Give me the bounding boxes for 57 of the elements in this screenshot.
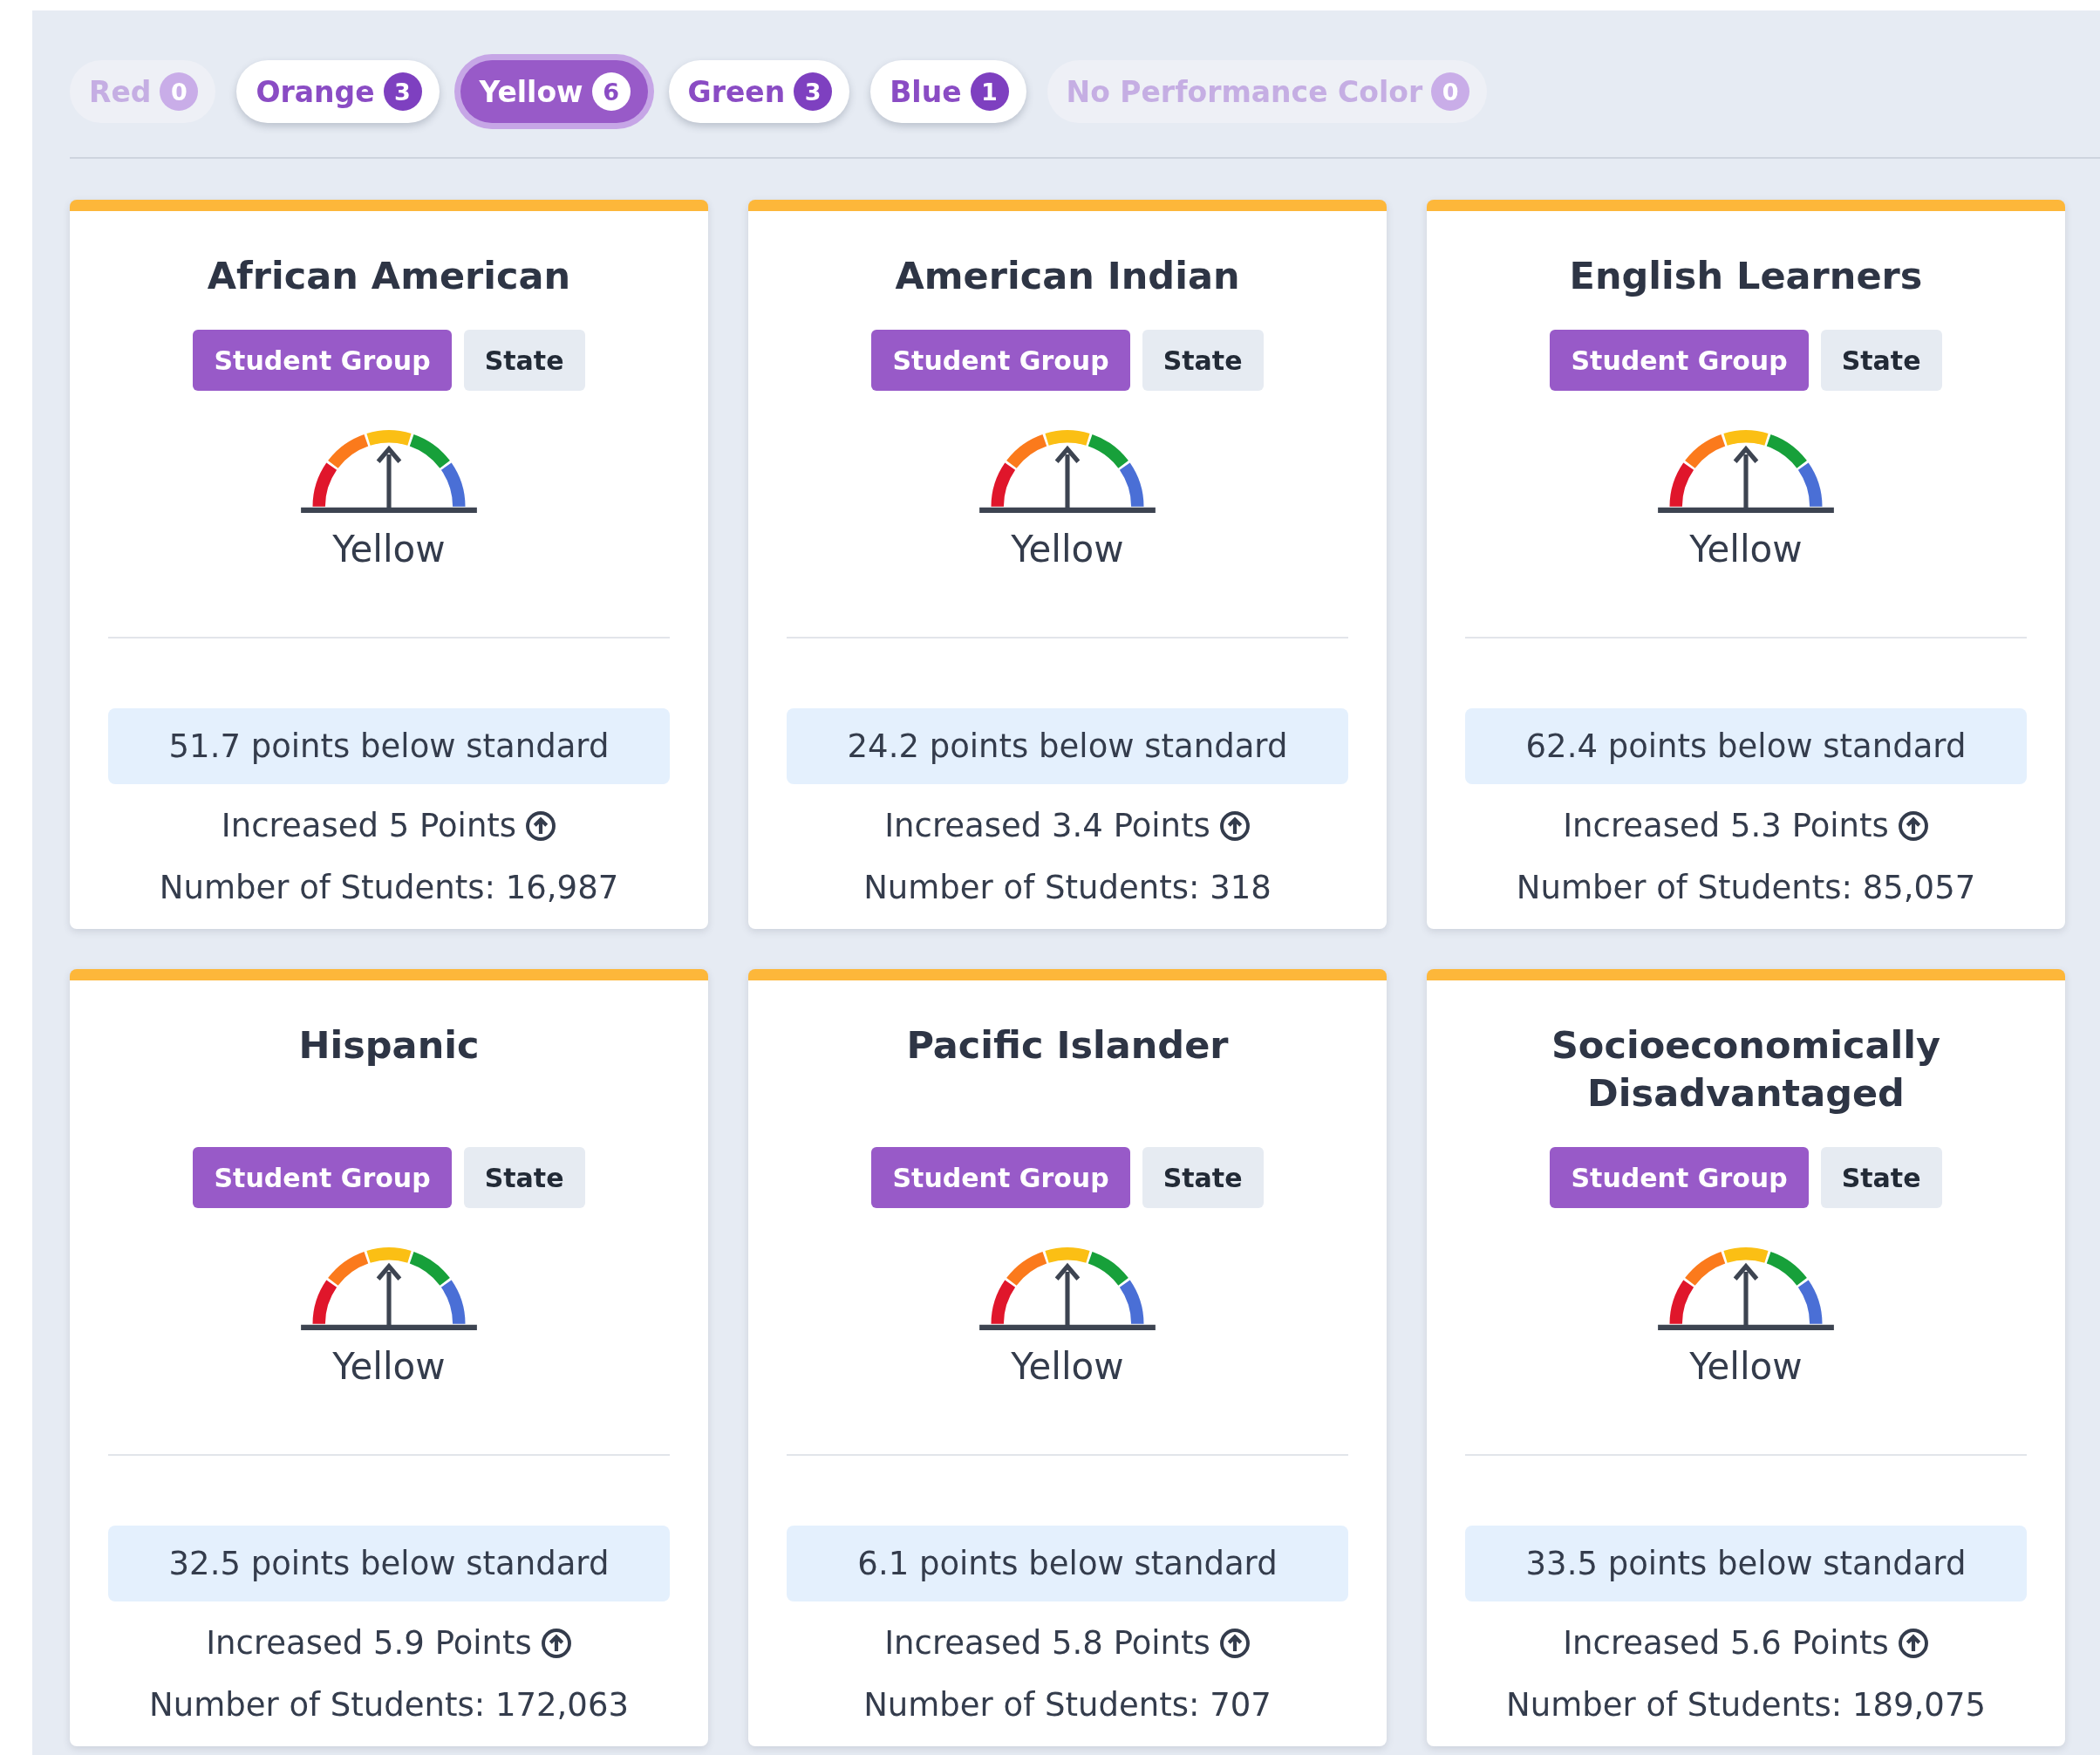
count-badge: 3 <box>383 72 422 111</box>
filter-chip[interactable]: Green 3 <box>668 60 850 123</box>
status-box: 32.5 points below standard <box>108 1526 670 1601</box>
card-title: Socioeconomically Disadvantaged <box>1550 1022 1942 1117</box>
performance-label: Yellow <box>1010 527 1125 572</box>
change-text: Increased 5.3 Points <box>1563 807 1889 844</box>
up-arrow-circle-icon <box>525 809 557 842</box>
student-count: Number of Students: 318 <box>862 868 1272 906</box>
status-box: 6.1 points below standard <box>787 1526 1348 1601</box>
change-text: Increased 3.4 Points <box>884 807 1210 844</box>
card-title: Pacific Islander <box>905 1022 1230 1069</box>
view-toggle[interactable]: State <box>463 330 585 391</box>
status-box: 51.7 points below standard <box>108 708 670 784</box>
view-toggle[interactable]: State <box>1142 330 1264 391</box>
status-box: 24.2 points below standard <box>787 708 1348 784</box>
card-title: American Indian <box>894 253 1241 299</box>
performance-label: Yellow <box>331 1344 447 1390</box>
view-toggle[interactable]: Student Group <box>193 330 452 391</box>
count-badge: 0 <box>160 72 199 111</box>
filter-chip[interactable]: Blue 1 <box>870 60 1026 123</box>
up-arrow-circle-icon <box>540 1627 572 1659</box>
status-box: 62.4 points below standard <box>1465 708 2027 784</box>
view-toggle[interactable]: State <box>1142 1147 1264 1208</box>
count-badge: 1 <box>970 72 1009 111</box>
student-count: Number of Students: 189,075 <box>1505 1685 1987 1724</box>
change-text: Increased 5 Points <box>221 807 517 844</box>
status-box: 33.5 points below standard <box>1465 1526 2027 1601</box>
performance-label: Yellow <box>331 527 447 572</box>
filter-chip[interactable]: Orange 3 <box>236 60 440 123</box>
up-arrow-circle-icon <box>1897 809 1929 842</box>
view-toggle[interactable]: Student Group <box>871 330 1130 391</box>
view-toggle[interactable]: Student Group <box>193 1147 452 1208</box>
student-count: Number of Students: 707 <box>862 1685 1272 1724</box>
student-count: Number of Students: 16,987 <box>158 868 620 906</box>
view-toggle[interactable]: State <box>463 1147 585 1208</box>
performance-label: Yellow <box>1688 1344 1803 1390</box>
change-text: Increased 5.6 Points <box>1563 1624 1889 1662</box>
view-toggle[interactable]: Student Group <box>1550 330 1809 391</box>
view-toggle[interactable]: State <box>1820 1147 1942 1208</box>
up-arrow-circle-icon <box>1897 1627 1929 1659</box>
card-title: Hispanic <box>297 1022 481 1069</box>
card-title: English Learners <box>1568 253 1924 299</box>
count-badge: 6 <box>591 72 631 111</box>
up-arrow-circle-icon <box>1218 1627 1251 1659</box>
view-toggle[interactable]: Student Group <box>871 1147 1130 1208</box>
up-arrow-circle-icon <box>1218 809 1251 842</box>
performance-label: Yellow <box>1010 1344 1125 1390</box>
count-badge: 3 <box>794 72 833 111</box>
change-text: Increased 5.8 Points <box>884 1624 1210 1662</box>
performance-label: Yellow <box>1688 527 1803 572</box>
view-toggle[interactable]: Student Group <box>1550 1147 1809 1208</box>
student-count: Number of Students: 172,063 <box>148 1685 630 1724</box>
student-count: Number of Students: 85,057 <box>1515 868 1977 906</box>
view-toggle[interactable]: State <box>1820 330 1942 391</box>
card-title: African American <box>206 253 572 299</box>
change-text: Increased 5.9 Points <box>206 1624 532 1662</box>
count-badge: 0 <box>1431 72 1470 111</box>
